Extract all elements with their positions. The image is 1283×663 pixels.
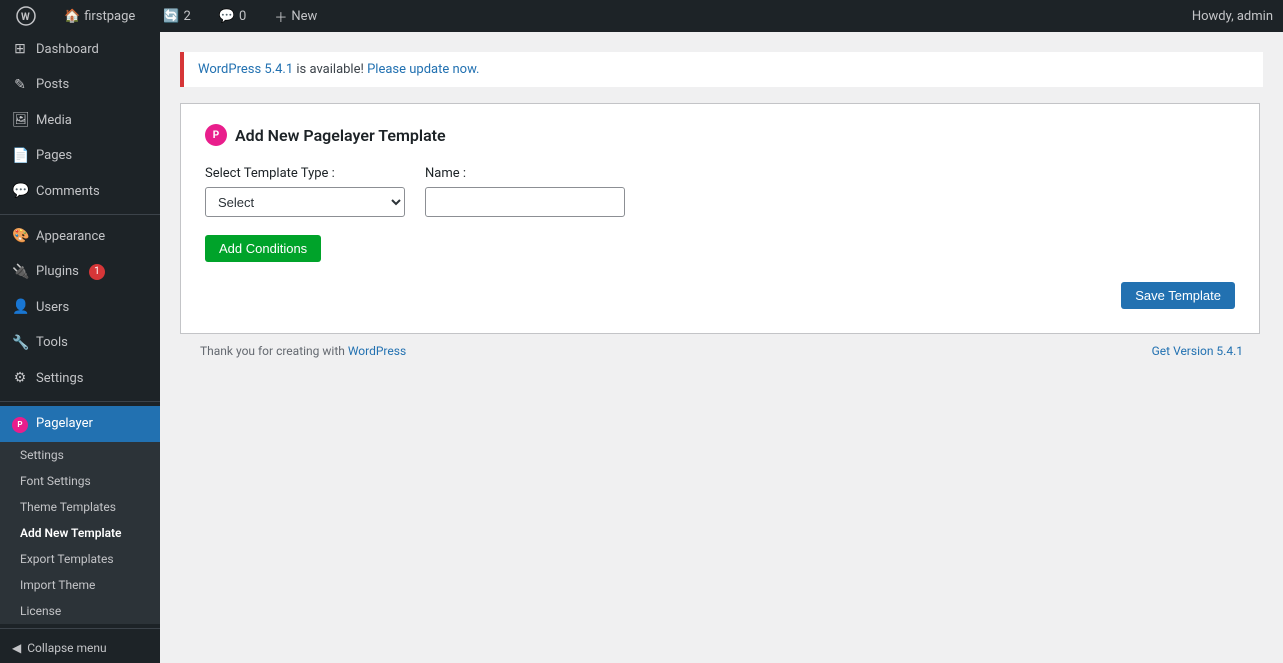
footer-right: Get Version 5.4.1 [1152,344,1243,358]
template-form-row: Select Template Type : Select Name : [205,166,1235,217]
template-name-input[interactable] [425,187,625,217]
updates-icon: 🔄 [163,9,179,24]
save-template-button[interactable]: Save Template [1121,282,1235,309]
sidebar-item-plugins[interactable]: 🔌 Plugins 1 [0,255,160,291]
sidebar-item-pages[interactable]: 📄 Pages [0,139,160,175]
menu-separator-2 [0,401,160,402]
comments-icon: 💬 [12,182,28,202]
select-template-type-group: Select Template Type : Select [205,166,405,217]
sidebar-item-label: Tools [36,334,68,352]
tools-icon: 🔧 [12,334,28,354]
sidebar-item-dashboard[interactable]: ⊞ Dashboard [0,32,160,68]
card-title: Add New Pagelayer Template [235,126,446,145]
svg-text:W: W [21,12,30,23]
add-conditions-row: Add Conditions [205,235,1235,262]
dashboard-icon: ⊞ [12,40,28,60]
howdy-text: Howdy, admin [1192,9,1273,24]
submenu-item-font-settings[interactable]: Font Settings [0,468,160,494]
submenu-item-add-new-template[interactable]: Add New Template [0,520,160,546]
submenu-item-import-theme[interactable]: Import Theme [0,572,160,598]
plugins-icon: 🔌 [12,263,28,283]
submenu-item-theme-templates[interactable]: Theme Templates [0,494,160,520]
sidebar-item-media[interactable]: 🖼 Media [0,103,160,139]
sidebar-item-label: Posts [36,76,69,94]
update-notice: WordPress 5.4.1 is available! Please upd… [180,52,1263,87]
plugins-badge: 1 [89,264,105,280]
sidebar-item-tools[interactable]: 🔧 Tools [0,326,160,362]
comments-menu[interactable]: 💬 0 [213,0,253,32]
settings-icon: ⚙ [12,369,28,389]
site-name-menu[interactable]: 🏠 firstpage [58,0,141,32]
pagelayer-submenu: Settings Font Settings Theme Templates A… [0,442,160,624]
appearance-icon: 🎨 [12,227,28,247]
media-icon: 🖼 [12,111,28,131]
menu-separator-3 [0,628,160,629]
sidebar-item-label: Dashboard [36,41,99,59]
users-icon: 👤 [12,298,28,318]
pages-icon: 📄 [12,147,28,167]
submenu-item-settings[interactable]: Settings [0,442,160,468]
wordpress-footer-link[interactable]: WordPress [348,344,406,358]
new-content-menu[interactable]: ＋ New [268,0,323,32]
select-template-type-dropdown[interactable]: Select [205,187,405,217]
sidebar-item-label: Pagelayer [36,415,93,433]
sidebar-item-label: Users [36,299,69,317]
admin-sidebar: ⊞ Dashboard ✎ Posts 🖼 Media 📄 Pages 💬 Co… [0,32,160,663]
submenu-item-export-templates[interactable]: Export Templates [0,546,160,572]
plus-icon: ＋ [274,7,287,26]
sidebar-item-pagelayer[interactable]: P Pagelayer [0,406,160,442]
sidebar-item-label: Settings [36,370,83,388]
sidebar-item-appearance[interactable]: 🎨 Appearance [0,219,160,255]
footer-left: Thank you for creating with WordPress [200,344,406,358]
pagelayer-logo-icon: P [205,124,227,146]
add-conditions-button[interactable]: Add Conditions [205,235,321,262]
sidebar-item-label: Media [36,112,72,130]
select-template-type-label: Select Template Type : [205,166,405,181]
sidebar-item-settings[interactable]: ⚙ Settings [0,361,160,397]
sidebar-item-posts[interactable]: ✎ Posts [0,68,160,104]
add-template-card: P Add New Pagelayer Template Select Temp… [180,103,1260,334]
wp-footer: Thank you for creating with WordPress Ge… [180,334,1263,368]
get-version-link[interactable]: Get Version 5.4.1 [1152,344,1243,358]
template-name-group: Name : [425,166,625,217]
collapse-menu-button[interactable]: ◀ Collapse menu [0,633,160,663]
wp-update-link[interactable]: WordPress 5.4.1 [198,62,293,77]
save-template-row: Save Template [205,282,1235,309]
admin-bar: W 🏠 firstpage 🔄 2 💬 0 ＋ New Howdy, admin [0,0,1283,32]
sidebar-item-users[interactable]: 👤 Users [0,290,160,326]
card-header: P Add New Pagelayer Template [205,124,1235,146]
home-icon: 🏠 [64,9,80,24]
pagelayer-icon: P [12,414,28,434]
collapse-icon: ◀ [12,641,21,655]
sidebar-item-label: Comments [36,183,100,201]
menu-separator-1 [0,214,160,215]
updates-menu[interactable]: 🔄 2 [157,0,197,32]
sidebar-item-comments[interactable]: 💬 Comments [0,174,160,210]
please-update-link[interactable]: Please update now. [367,62,479,77]
comments-icon: 💬 [219,9,235,24]
main-content: WordPress 5.4.1 is available! Please upd… [160,32,1283,663]
wp-logo-menu[interactable]: W [10,0,42,32]
posts-icon: ✎ [12,76,28,96]
sidebar-item-label: Pages [36,147,72,165]
sidebar-item-label: Plugins [36,263,79,281]
template-name-label: Name : [425,166,625,181]
sidebar-item-label: Appearance [36,228,105,246]
submenu-item-license[interactable]: License [0,598,160,624]
